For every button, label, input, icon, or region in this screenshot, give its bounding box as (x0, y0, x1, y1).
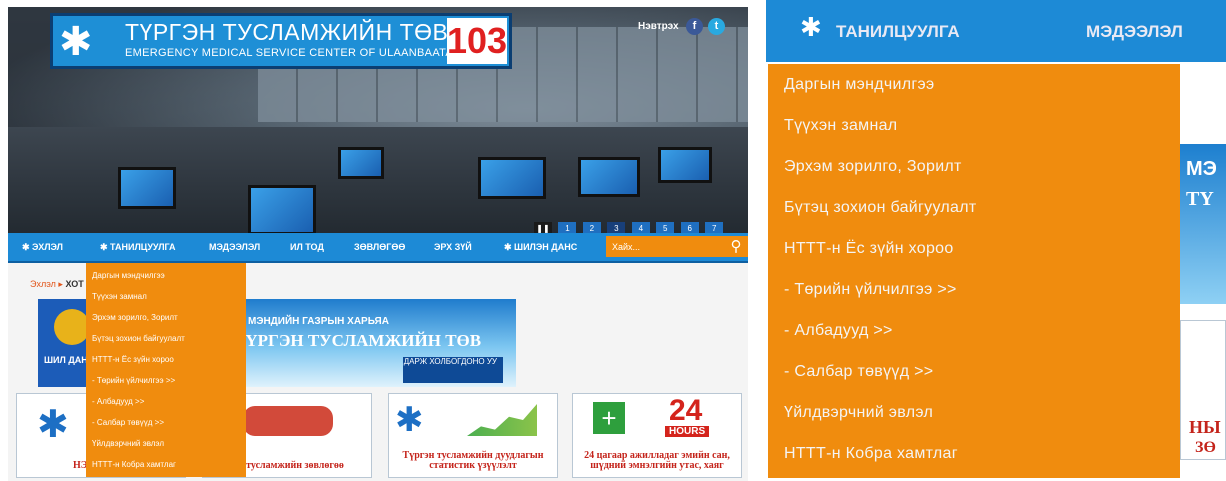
zoomed-nav: ✱ ТАНИЛЦУУЛГА МЭДЭЭЛЭЛ (766, 0, 1226, 62)
nav-item-news[interactable]: МЭДЭЭЛЭЛ (1086, 22, 1183, 42)
monitor-image (338, 147, 384, 179)
pharmacy-cross-icon: + (593, 402, 625, 434)
search-icon[interactable]: ⚲ (726, 237, 746, 256)
banner-line1: МЭНДИЙН ГАЗРЫН ХАРЬЯА (248, 316, 389, 327)
menu-item[interactable]: Үйлдвэрчний эвлэл (86, 439, 246, 448)
monitor-image (658, 147, 712, 183)
star-of-life-icon: ✱ (800, 12, 822, 42)
menu-item[interactable]: - Албадууд >> (784, 322, 893, 340)
nav-item-glass-account[interactable]: ✱ ШИЛЭН ДАНС (504, 233, 577, 261)
menu-item[interactable]: Түүхэн замнал (86, 292, 246, 301)
chart-icon (467, 404, 537, 436)
menu-item[interactable]: Үйлдвэрчний эвлэл (784, 404, 933, 422)
nav-item-advice[interactable]: ЗӨВЛӨГӨӨ (354, 233, 405, 261)
nav-item-about[interactable]: ТАНИЛЦУУЛГА (836, 22, 960, 42)
emblem-text: ШИЛ ДАН (44, 355, 88, 365)
tile-fragment: НЫ ЗӨ (1180, 320, 1226, 460)
logo-subtitle: EMERGENCY MEDICAL SERVICE CENTER OF ULAA… (125, 47, 491, 59)
menu-item[interactable]: Эрхэм зорилго, Зорилт (86, 313, 246, 322)
menu-item[interactable]: Эрхэм зорилго, Зорилт (784, 158, 962, 176)
about-dropdown-menu-zoomed: Даргын мэндчилгээ Түүхэн замнал Эрхэм зо… (768, 64, 1180, 478)
nav-label: ЭХЛЭЛ (32, 242, 63, 252)
emergency-number: 103 (447, 18, 507, 64)
nav-item-home[interactable]: ✱ ЭХЛЭЛ (22, 233, 63, 261)
login-link[interactable]: Нэвтрэх (638, 21, 679, 32)
right-zoomed-panel: ✱ ТАНИЛЦУУЛГА МЭДЭЭЛЭЛ МЭ ТҮ НЫ ЗӨ Даргы… (766, 0, 1226, 481)
menu-item[interactable]: НТТТ-н Ёс зүйн хороо (86, 355, 246, 364)
tile-fragment-text: НЫ (1189, 417, 1221, 437)
site-logo[interactable]: ✱ ТҮРГЭН ТУСЛАМЖИЙН ТӨВ EMERGENCY MEDICA… (50, 13, 512, 69)
nav-item-transparency[interactable]: ИЛ ТОД (290, 233, 324, 261)
breadcrumb-separator: ▸ (58, 279, 63, 289)
search-box: ⚲ (606, 236, 748, 257)
nav-item-news[interactable]: МЭДЭЭЛЭЛ (209, 233, 260, 261)
logo-title: ТҮРГЭН ТУСЛАМЖИЙН ТӨВ (125, 19, 449, 45)
ambulance-icon (243, 406, 333, 436)
nav-label: ШИЛЭН ДАНС (514, 242, 578, 252)
monitor-image (478, 157, 546, 199)
star-of-life-icon: ✱ (37, 404, 69, 446)
main-nav: ✱ ЭХЛЭЛ ✱ ТАНИЛЦУУЛГА МЭДЭЭЛЭЛ ИЛ ТОД ЗӨ… (8, 233, 748, 263)
hours-badge-sub: HOURS (665, 426, 710, 437)
hours-badge: 24 (669, 394, 703, 427)
star-of-life-icon: ✱ (395, 401, 424, 439)
menu-item[interactable]: Бүтэц зохион байгуулалт (86, 334, 246, 343)
banner-fragment: МЭ ТҮ (1180, 144, 1226, 304)
menu-item[interactable]: Даргын мэндчилгээ (784, 76, 934, 94)
contact-button[interactable]: ДАРЖ ХОЛБОГДОНО УУ (403, 357, 503, 383)
tile-caption: Түргэн тусламжийн дуудлагын статистик үз… (402, 450, 544, 471)
menu-item[interactable]: - Салбар төвүүд >> (86, 418, 246, 427)
menu-item[interactable]: Бүтэц зохион байгуулалт (784, 199, 977, 217)
banner-fragment-text: ТҮ (1186, 188, 1214, 210)
tile-24h-pharmacy[interactable]: + 24 HOURS 24 цагаар ажилладаг эмийн сан… (572, 393, 742, 478)
breadcrumb-home[interactable]: Эхлэл (30, 279, 56, 289)
star-of-life-icon: ✱ (59, 20, 93, 64)
tile-caption: 24 цагаар ажилладаг эмийн сан, шүдний эм… (584, 450, 730, 471)
menu-item[interactable]: НТТТ-н Ёс зүйн хороо (784, 240, 954, 258)
background-page-strip: МЭ ТҮ НЫ ЗӨ (1180, 64, 1226, 481)
banner-line2: ТҮРГЭН ТУСЛАМЖИЙН ТӨВ (234, 331, 482, 350)
banner-fragment-text: МЭ (1186, 158, 1217, 180)
twitter-icon[interactable]: t (708, 18, 725, 35)
menu-item[interactable]: - Салбар төвүүд >> (784, 363, 933, 381)
monitor-image (118, 167, 176, 209)
tile-statistics[interactable]: ✱ Түргэн тусламжийн дуудлагын статистик … (388, 393, 558, 478)
breadcrumb: Эхлэл ▸ ХОТ (30, 279, 84, 290)
nav-item-about[interactable]: ✱ ТАНИЛЦУУЛГА (100, 233, 176, 261)
menu-item[interactable]: НТТТ-н Кобра хамтлаг (784, 445, 958, 463)
search-input[interactable] (608, 238, 722, 255)
menu-item[interactable]: - Албадууд >> (86, 397, 246, 406)
monitor-image (248, 185, 316, 235)
about-dropdown-menu: Даргын мэндчилгээ Түүхэн замнал Эрхэм зо… (86, 263, 246, 477)
menu-item[interactable]: НТТТ-н Кобра хамтлаг (86, 460, 246, 469)
breadcrumb-current: ХОТ (65, 279, 84, 289)
monitor-image (578, 157, 640, 197)
menu-item[interactable]: - Төрийн үйлчилгээ >> (784, 281, 957, 299)
nav-label: ТАНИЛЦУУЛГА (110, 242, 176, 252)
menu-item[interactable]: - Төрийн үйлчилгээ >> (86, 376, 246, 385)
menu-item[interactable]: Даргын мэндчилгээ (86, 271, 246, 280)
hero-slider: ✱ ТҮРГЭН ТУСЛАМЖИЙН ТӨВ EMERGENCY MEDICA… (8, 7, 748, 254)
tile-fragment-text: ЗӨ (1195, 439, 1216, 456)
facebook-icon[interactable]: f (686, 18, 703, 35)
menu-item[interactable]: Түүхэн замнал (784, 117, 897, 135)
nav-item-legal[interactable]: ЭРХ ЗҮЙ (434, 233, 472, 261)
left-screenshot-panel: ✱ ТҮРГЭН ТУСЛАМЖИЙН ТӨВ EMERGENCY MEDICA… (0, 0, 756, 481)
